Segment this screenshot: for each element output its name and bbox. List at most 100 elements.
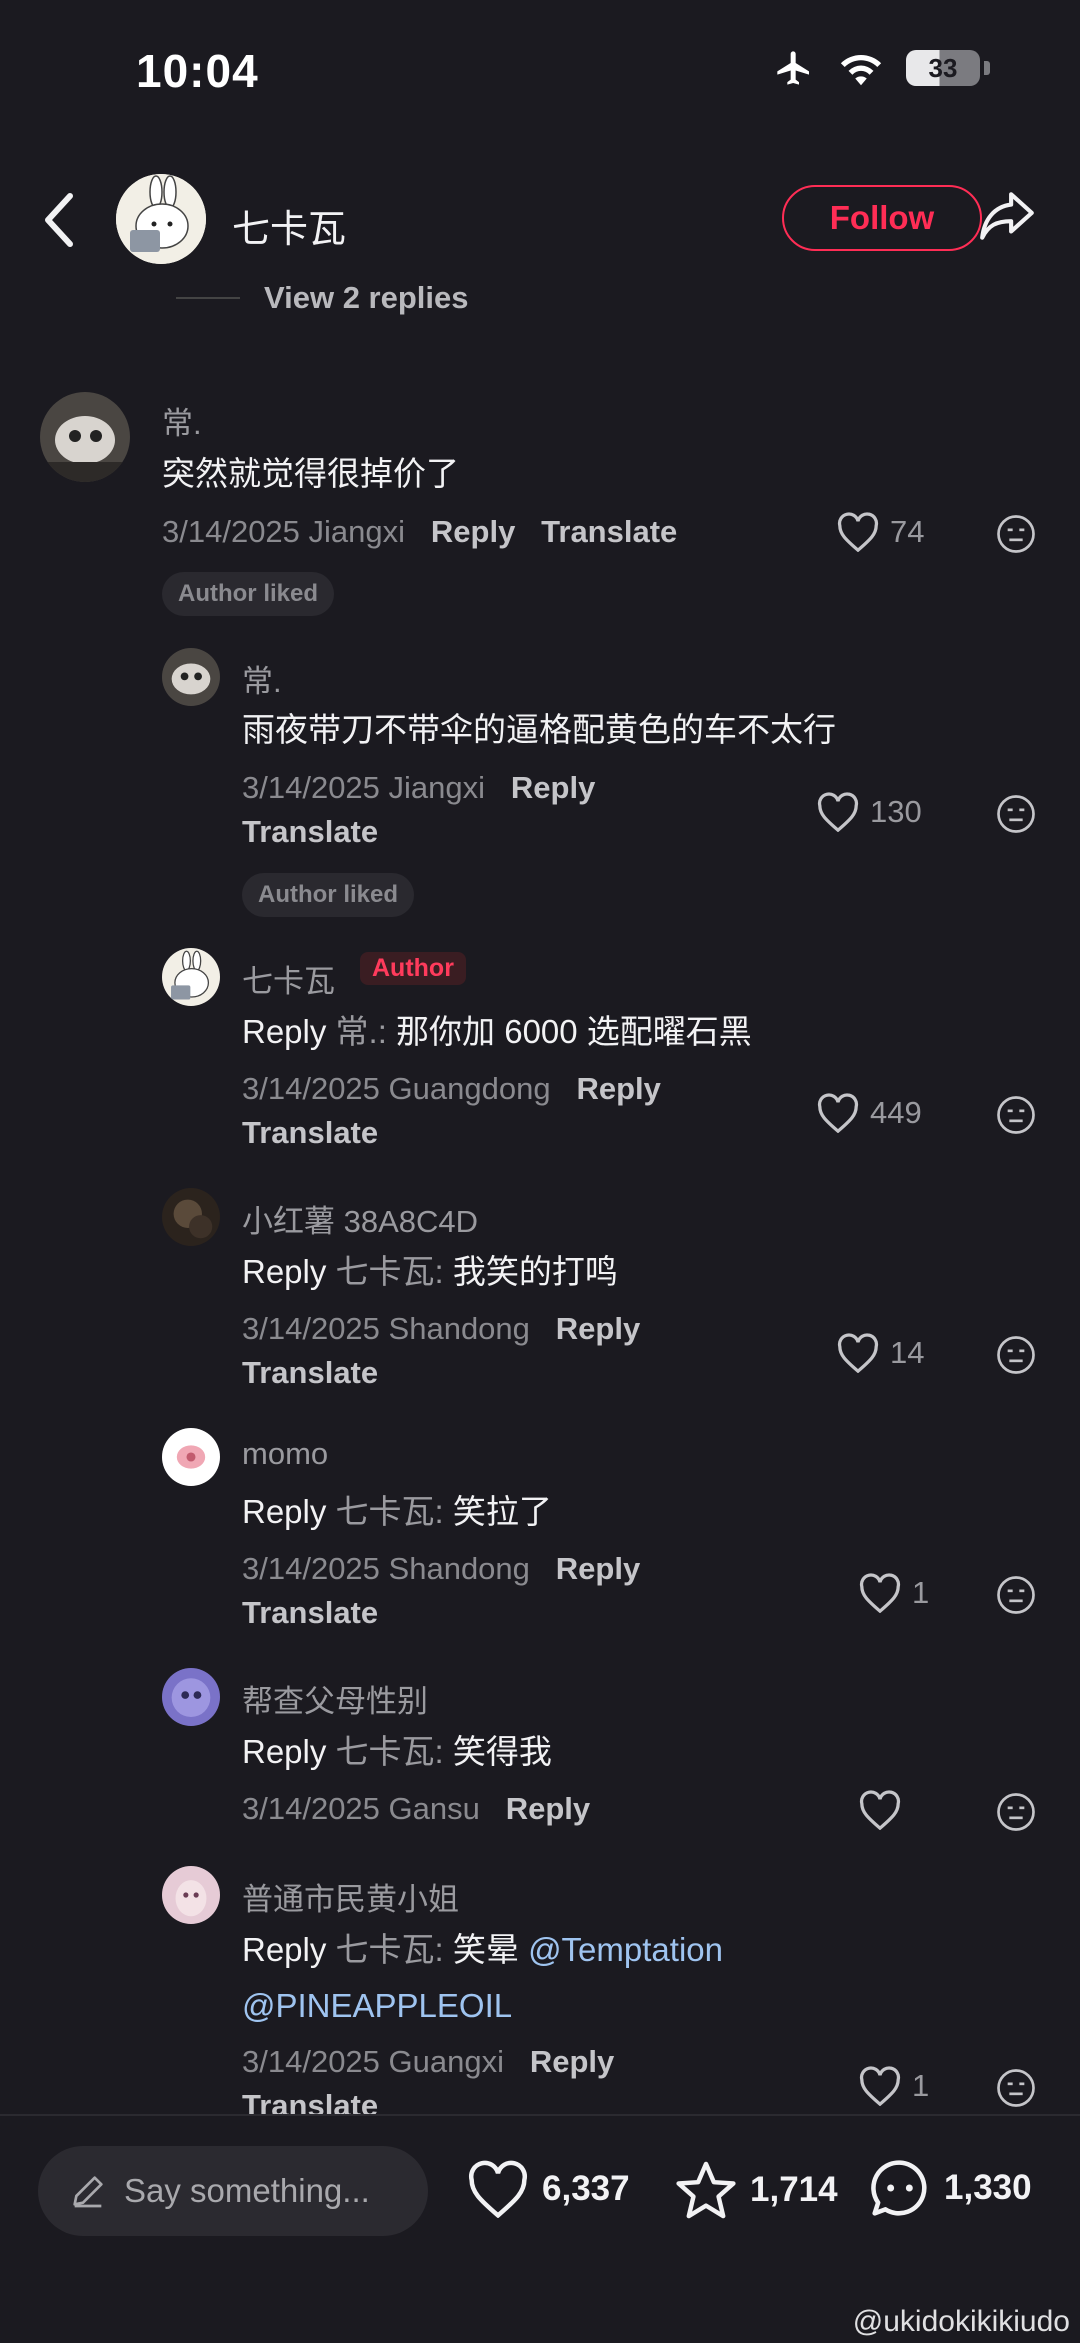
comment-date: 3/14/2025 — [242, 770, 380, 805]
comments-button[interactable]: 1,330 — [868, 2156, 1032, 2220]
heart-icon — [837, 1333, 879, 1373]
dislike-icon[interactable] — [996, 1575, 1036, 1615]
favorite-count: 1,714 — [750, 2170, 838, 2209]
commenter-avatar[interactable] — [162, 1188, 220, 1246]
battery-indicator: 33 — [906, 50, 980, 86]
dislike-icon[interactable] — [996, 1095, 1036, 1135]
reply-target[interactable]: 七卡瓦: — [336, 1253, 444, 1290]
commenter-name[interactable]: 小红薯 38A8C4D — [242, 1196, 478, 1241]
follow-button[interactable]: Follow — [782, 185, 982, 251]
author-badge: Author — [360, 952, 466, 985]
commenter-name[interactable]: momo — [242, 1436, 328, 1472]
like-button[interactable]: 130 — [816, 792, 922, 832]
status-time: 10:04 — [136, 45, 259, 97]
comment-text: Reply 常.: 那你加 6000 选配曜石黑 — [242, 1006, 752, 1058]
divider — [176, 297, 240, 299]
reply-target[interactable]: 七卡瓦: — [336, 1931, 444, 1968]
like-count: 449 — [870, 1095, 922, 1130]
translate-button[interactable]: Translate — [242, 1355, 378, 1390]
view-replies-link[interactable]: View 2 replies — [264, 280, 469, 316]
commenter-avatar[interactable] — [162, 1668, 220, 1726]
back-arrow-icon[interactable] — [40, 190, 80, 250]
comment-text: Reply 七卡瓦: 笑拉了 — [242, 1486, 552, 1538]
favorite-button[interactable]: 1,714 — [674, 2160, 838, 2220]
reply-button[interactable]: Reply — [431, 514, 515, 549]
reply-keyword: Reply — [242, 1493, 327, 1530]
status-icons: 33 — [772, 48, 990, 88]
comment-meta: 3/14/2025 Jiangxi Reply Translate — [162, 510, 677, 554]
like-button[interactable]: 14 — [836, 1333, 924, 1373]
commenter-name[interactable]: 帮查父母性别 — [242, 1676, 428, 1721]
translate-button[interactable]: Translate — [242, 814, 378, 849]
reply-content: 笑得我 — [443, 1733, 552, 1770]
comment-text: 雨夜带刀不带伞的逼格配黄色的车不太行 — [242, 711, 836, 748]
like-button[interactable]: 74 — [836, 512, 924, 552]
reply-button[interactable]: Reply — [556, 1551, 640, 1586]
comment-location: Shandong — [388, 1551, 530, 1586]
reply-target[interactable]: 七卡瓦: — [336, 1733, 444, 1770]
commenter-name[interactable]: 常. — [162, 398, 202, 443]
comment-date: 3/14/2025 — [242, 1791, 380, 1826]
commenter-avatar[interactable] — [162, 648, 220, 706]
comment-input[interactable]: Say something... — [38, 2146, 428, 2236]
translate-button[interactable]: Translate — [242, 1595, 378, 1630]
heart-icon — [817, 1093, 859, 1133]
comment-meta: 3/14/2025 Guangdong Reply Translate — [242, 1067, 802, 1155]
like-button[interactable]: 1 — [858, 2066, 929, 2106]
reply-content: 笑晕 — [443, 1931, 529, 1968]
commenter-avatar[interactable] — [162, 1866, 220, 1924]
reply-button[interactable]: Reply — [530, 2044, 614, 2079]
like-button[interactable] — [858, 1790, 902, 1830]
commenter-avatar[interactable] — [40, 392, 130, 482]
heart-icon — [469, 2160, 527, 2218]
commenter-name[interactable]: 普通市民黄小姐 — [242, 1874, 459, 1919]
commenter-avatar[interactable] — [162, 1428, 220, 1486]
reply-keyword: Reply — [242, 1253, 327, 1290]
dislike-icon[interactable] — [996, 794, 1036, 834]
heart-icon — [859, 1573, 901, 1613]
mention-link[interactable]: @PINEAPPLEOIL — [242, 1987, 512, 2024]
reply-content: 笑拉了 — [443, 1493, 552, 1530]
comment-text: Reply 七卡瓦: 笑得我 — [242, 1726, 552, 1778]
author-name[interactable]: 七卡瓦 — [232, 198, 346, 253]
dislike-icon[interactable] — [996, 2068, 1036, 2108]
author-liked-badge: Author liked — [242, 873, 415, 917]
like-post-button[interactable]: 6,337 — [466, 2160, 630, 2218]
like-button[interactable]: 449 — [816, 1093, 922, 1133]
reply-target[interactable]: 七卡瓦: — [336, 1493, 444, 1530]
share-icon[interactable] — [976, 188, 1038, 246]
dislike-icon[interactable] — [996, 1792, 1036, 1832]
commenter-name[interactable]: 七卡瓦 — [242, 956, 335, 1001]
reply-content: 我笑的打鸣 — [443, 1253, 618, 1290]
comment-meta: 3/14/2025 Jiangxi Reply Translate — [242, 766, 802, 854]
commenter-name[interactable]: 常. — [242, 656, 282, 701]
comment-meta: 3/14/2025 Shandong Reply Translate — [242, 1307, 802, 1395]
comment-date: 3/14/2025 — [162, 514, 300, 549]
comment-text: Reply 七卡瓦: 笑晕 @Temptation @PINEAPPLEOIL — [242, 1922, 842, 2034]
like-button[interactable]: 1 — [858, 1573, 929, 1613]
heart-icon — [817, 792, 859, 832]
comment-text: Reply 七卡瓦: 我笑的打鸣 — [242, 1246, 618, 1298]
chat-bubble-icon — [871, 2160, 927, 2216]
comment-location: Guangxi — [388, 2044, 505, 2079]
commenter-avatar[interactable] — [162, 948, 220, 1006]
comment-meta: 3/14/2025 Gansu Reply — [242, 1787, 590, 1831]
reply-button[interactable]: Reply — [576, 1071, 660, 1106]
comment-input-placeholder: Say something... — [124, 2172, 370, 2209]
comment-date: 3/14/2025 — [242, 1071, 380, 1106]
reply-button[interactable]: Reply — [506, 1791, 590, 1826]
dislike-icon[interactable] — [996, 514, 1036, 554]
comment-location: Jiangxi — [388, 770, 486, 805]
wifi-icon — [840, 54, 882, 86]
watermark: @ukidokikikiudo — [852, 2305, 1070, 2338]
comment-location: Gansu — [388, 1791, 480, 1826]
translate-button[interactable]: Translate — [242, 1115, 378, 1150]
dislike-icon[interactable] — [996, 1335, 1036, 1375]
translate-button[interactable]: Translate — [541, 514, 677, 549]
reply-button[interactable]: Reply — [556, 1311, 640, 1346]
reply-target[interactable]: 常.: — [336, 1013, 387, 1050]
author-avatar[interactable] — [116, 174, 206, 264]
reply-keyword: Reply — [242, 1013, 327, 1050]
mention-link[interactable]: @Temptation — [528, 1931, 723, 1968]
reply-button[interactable]: Reply — [511, 770, 595, 805]
